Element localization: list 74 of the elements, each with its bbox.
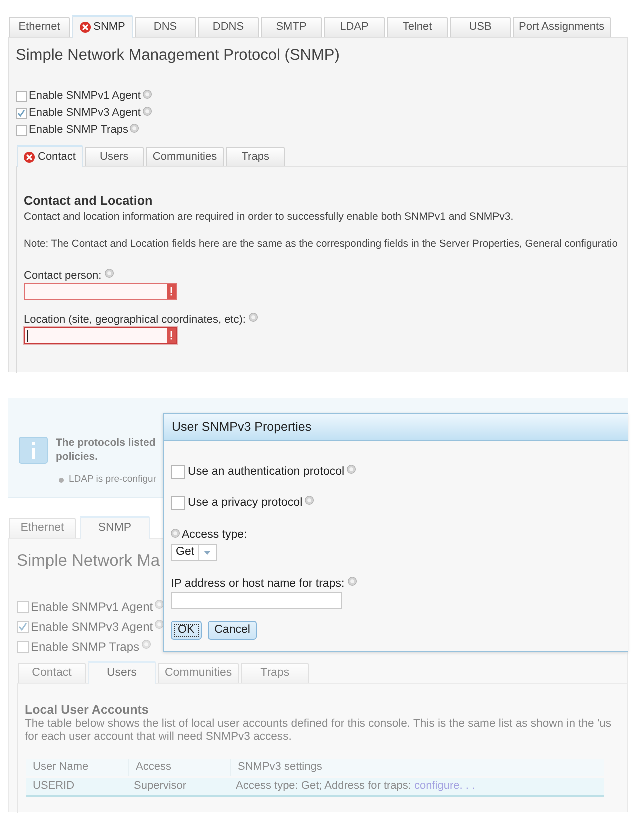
info-text: The protocols listed	[56, 436, 156, 450]
subtab[interactable]: Communities	[146, 147, 224, 166]
checkbox[interactable]	[16, 125, 27, 136]
section-description: for each user account that will need SNMPv3 access.	[25, 731, 292, 744]
info-text: policies.	[56, 450, 98, 464]
error-icon	[24, 152, 35, 162]
help-icon[interactable]	[304, 496, 314, 505]
tab[interactable]: Ethernet	[9, 17, 70, 37]
table-cell-text: Supervisor	[133, 779, 188, 794]
checkbox-label: Use an authentication protocol	[188, 464, 345, 480]
tab[interactable]: DDNS	[198, 17, 259, 37]
table-cell-text: Access type: Get; Address for traps:	[236, 779, 412, 794]
checkbox-label: Use a privacy protocol	[188, 495, 303, 512]
page-title: Simple Network Ma	[17, 551, 160, 571]
help-icon[interactable]	[171, 528, 180, 538]
checkbox-label: Enable SNMP Traps	[31, 639, 140, 656]
checkbox[interactable]	[16, 91, 27, 102]
subtab[interactable]: Users	[84, 147, 144, 166]
checkbox[interactable]	[16, 108, 27, 119]
subtab[interactable]: Users	[88, 661, 156, 684]
page-title: Simple Network Management Protocol (SNMP)	[16, 46, 340, 66]
text-field[interactable]	[24, 283, 177, 300]
text-cursor-icon	[27, 330, 28, 342]
tab[interactable]: SNMP	[72, 15, 133, 38]
field-label: Contact person:	[24, 269, 102, 283]
tab[interactable]: LDAP	[324, 17, 385, 37]
column-header: Access	[128, 759, 230, 776]
text-field[interactable]	[171, 592, 342, 609]
section-description: Contact and location information are required in order to successfully enable both SNMPv1 and SNMPv3.	[24, 210, 514, 224]
column-header: User Name	[26, 759, 128, 776]
checkbox[interactable]	[17, 641, 29, 653]
tab[interactable]: SMTP	[261, 17, 322, 37]
checkbox-label: Enable SNMPv3 Agent	[29, 106, 141, 122]
error-icon	[80, 22, 91, 33]
help-icon[interactable]	[346, 465, 356, 474]
access-type-select[interactable]: Get	[171, 544, 217, 561]
checkbox[interactable]	[17, 621, 29, 633]
checkbox-label: Enable SNMP Traps	[29, 123, 128, 138]
column-header: SNMPv3 settings	[230, 759, 604, 776]
tab[interactable]: USB	[450, 17, 511, 37]
subtab[interactable]: Contact	[17, 145, 83, 167]
help-icon[interactable]	[104, 269, 114, 278]
section-description: The table below shows the list of local user accounts defined for this console. This is the same list as shown in the 'us	[25, 718, 612, 731]
checkbox[interactable]	[171, 465, 185, 479]
text-field[interactable]	[24, 327, 177, 344]
section-heading: Contact and Location	[24, 193, 153, 209]
field-label: IP address or host name for traps:	[171, 577, 345, 592]
tab[interactable]: Port Assignments	[513, 17, 611, 37]
checkbox-label: Enable SNMPv1 Agent	[31, 599, 154, 616]
help-icon[interactable]	[248, 313, 258, 322]
dialog-title: User SNMPv3 Properties	[164, 414, 628, 441]
tab[interactable]: DNS	[135, 17, 196, 37]
dialog-button[interactable]: Cancel	[208, 621, 258, 640]
help-icon[interactable]	[348, 577, 357, 586]
error-marker-icon	[167, 284, 176, 299]
checkbox-label: Enable SNMPv1 Agent	[29, 89, 141, 104]
field-label: Access type:	[182, 528, 248, 543]
error-marker-icon	[167, 328, 176, 343]
tab[interactable]: Telnet	[387, 17, 448, 37]
help-icon[interactable]	[142, 640, 150, 649]
bullet-icon	[59, 478, 64, 482]
field-label: Location (site, geographical coordinates, etc):	[24, 313, 246, 327]
note-text: Note: The Contact and Location fields here are the same as the corresponding fields in the Server Properties, General configuratio	[24, 238, 618, 252]
section-heading: Local User Accounts	[25, 702, 149, 718]
caret-icon	[204, 550, 211, 554]
checkbox[interactable]	[171, 496, 185, 510]
info-icon	[19, 437, 48, 464]
subtab[interactable]: Traps	[226, 147, 286, 166]
checkbox-label: Enable SNMPv3 Agent	[31, 619, 154, 636]
dialog-button[interactable]: OK	[171, 621, 202, 640]
tab[interactable]: SNMP	[80, 516, 150, 539]
checkbox[interactable]	[17, 601, 29, 613]
info-text: LDAP is pre-configur	[69, 473, 156, 487]
table-cell-text: USERID	[32, 779, 76, 794]
